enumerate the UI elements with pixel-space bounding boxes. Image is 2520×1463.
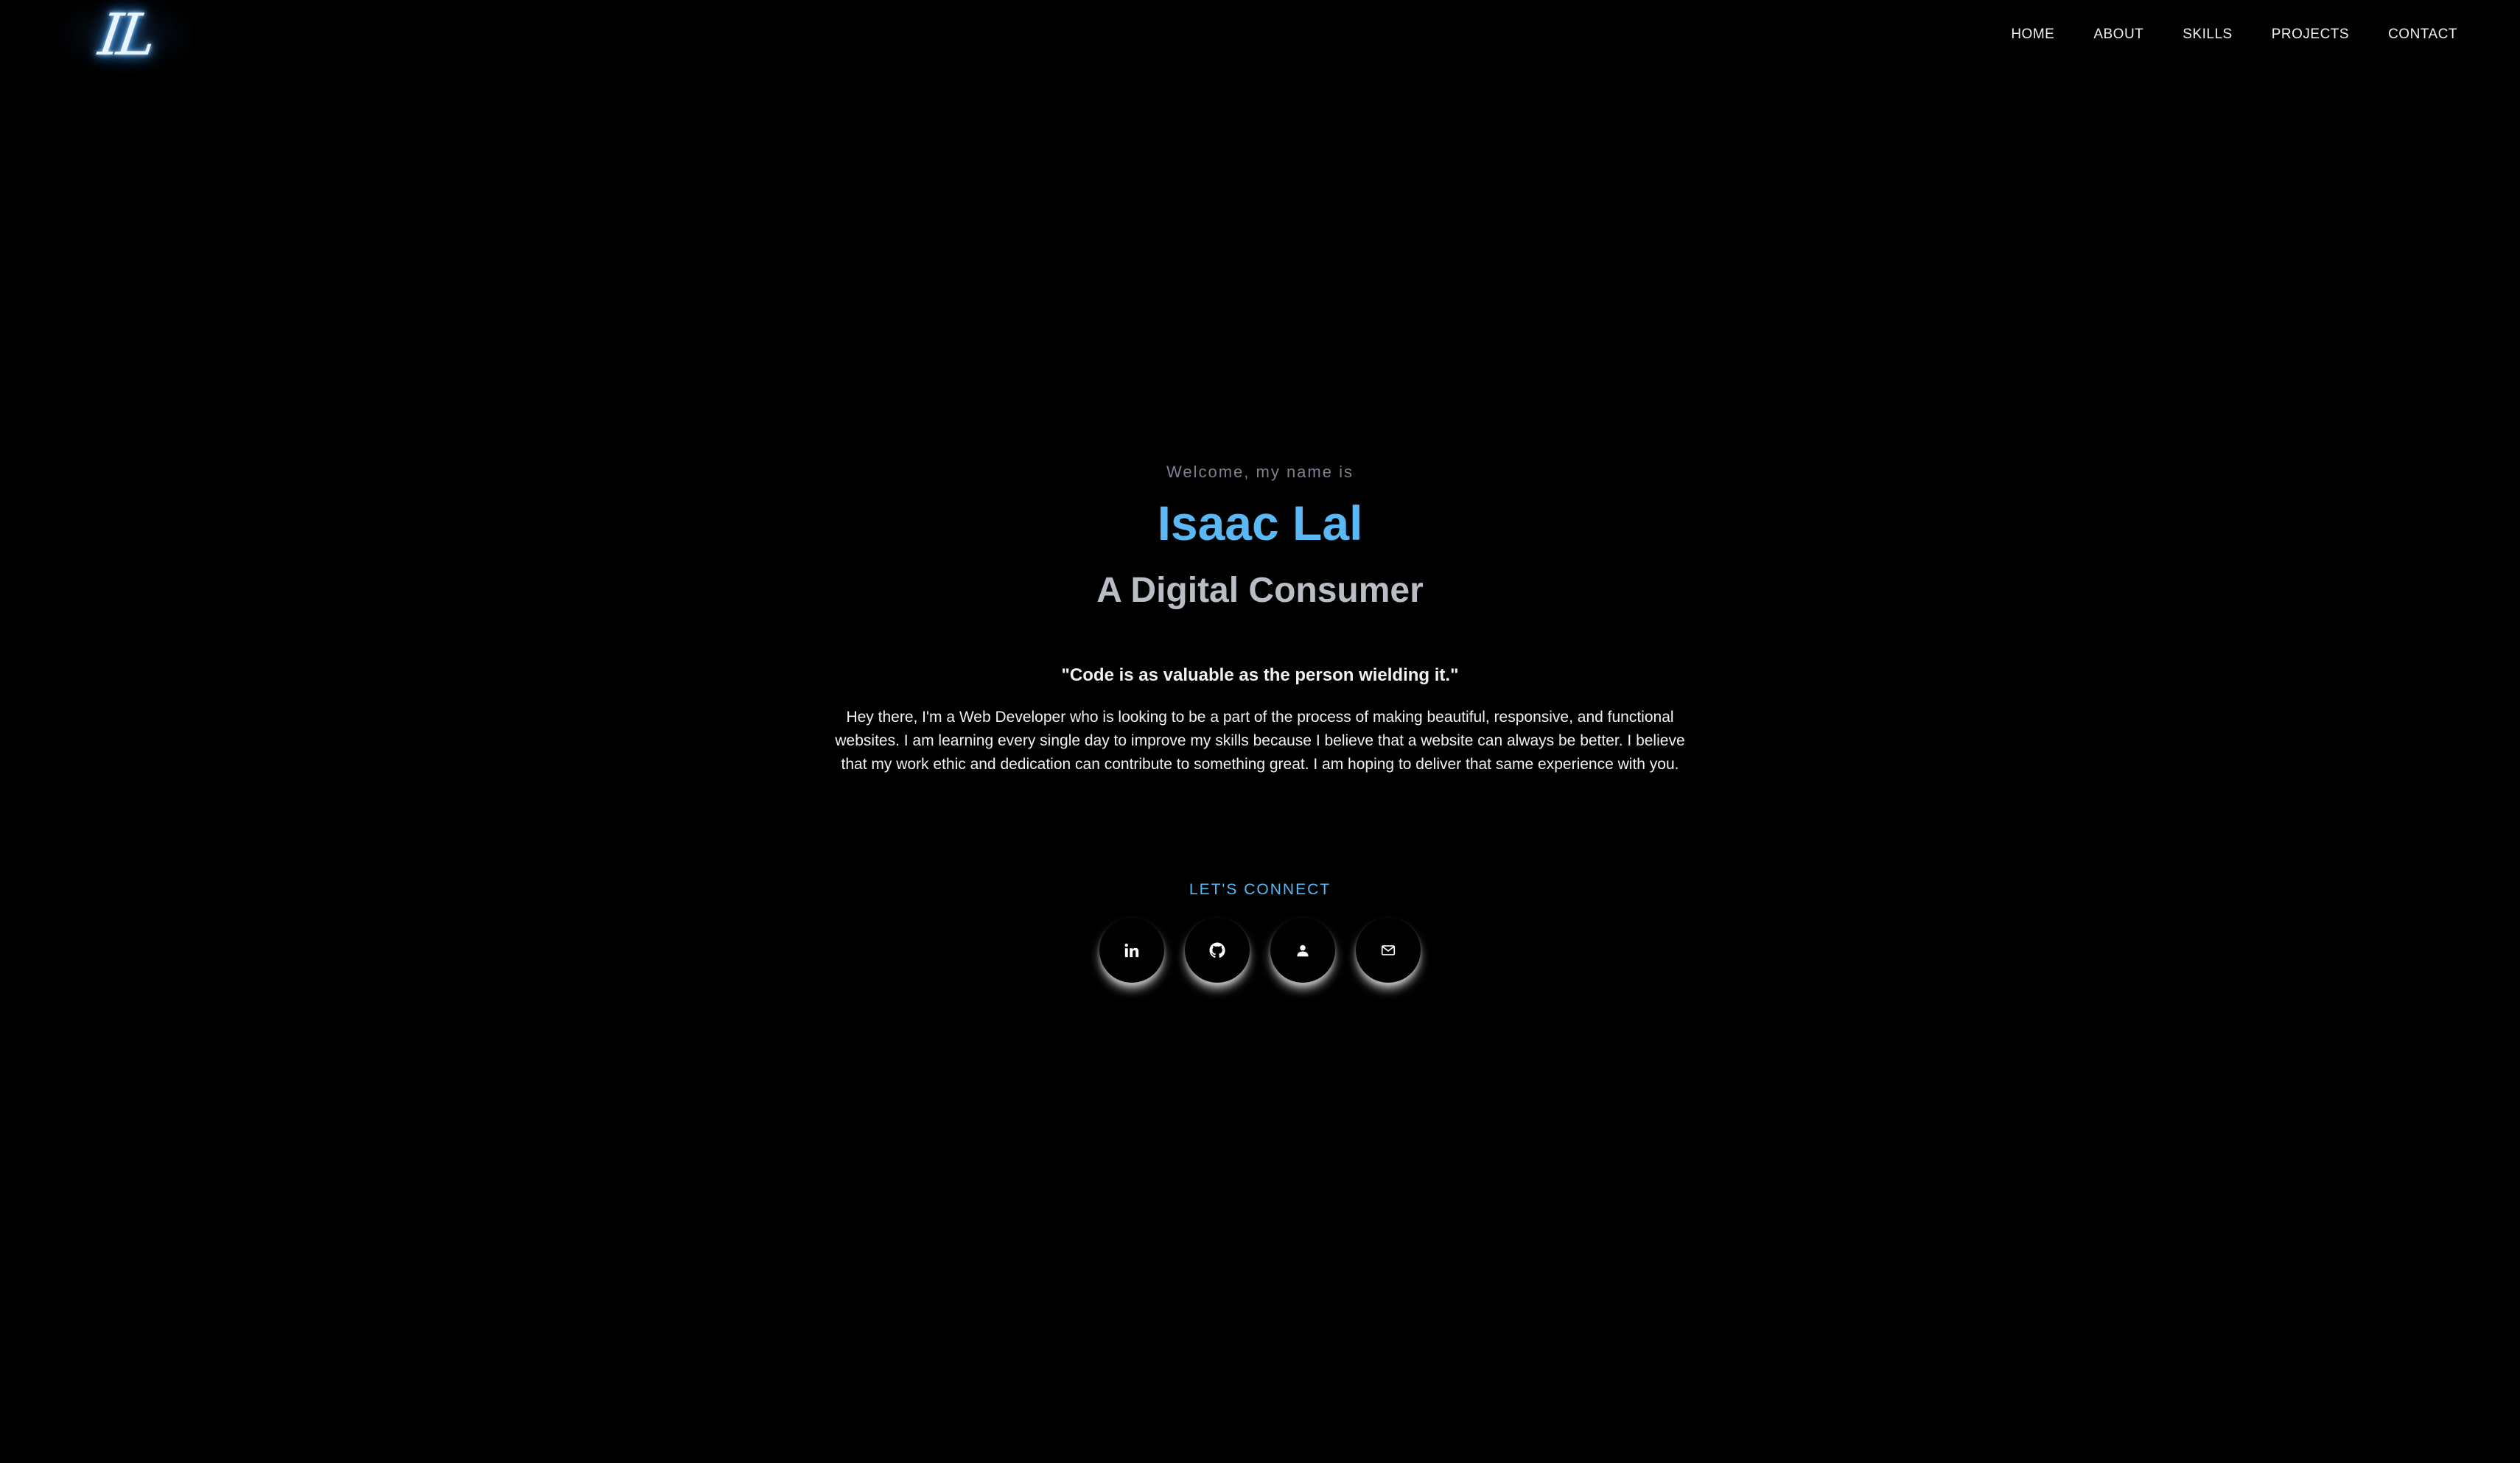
hero-quote: "Code is as valuable as the person wield… [1061, 665, 1459, 685]
social-links [0, 918, 2520, 983]
github-icon [1209, 942, 1225, 958]
main-nav: HOME ABOUT SKILLS PROJECTS CONTACT [1972, 27, 2457, 43]
nav-about[interactable]: ABOUT [2093, 27, 2143, 43]
page: IL HOME ABOUT SKILLS PROJECTS CONTACT We… [0, 0, 2520, 1463]
welcome-text: Welcome, my name is [1166, 463, 1354, 481]
mail-icon [1381, 945, 1396, 955]
nav-skills[interactable]: SKILLS [2183, 27, 2232, 43]
nav-projects[interactable]: PROJECTS [2272, 27, 2349, 43]
logo-text: IL [94, 2, 156, 69]
email-button[interactable] [1356, 918, 1421, 983]
linkedin-icon [1124, 943, 1139, 958]
hero-role: A Digital Consumer [1096, 571, 1424, 610]
site-logo[interactable]: IL [59, 0, 192, 71]
github-button[interactable] [1185, 918, 1250, 983]
hero-name: Isaac Lal [1157, 496, 1363, 550]
hero-bio: Hey there, I'm a Web Developer who is lo… [835, 709, 1685, 773]
connect-heading: LET'S CONNECT [1189, 881, 1331, 898]
linkedin-button[interactable] [1099, 918, 1164, 983]
profile-button[interactable] [1270, 918, 1335, 983]
person-icon [1297, 944, 1309, 957]
nav-home[interactable]: HOME [2011, 27, 2054, 43]
nav-contact[interactable]: CONTACT [2388, 27, 2457, 43]
